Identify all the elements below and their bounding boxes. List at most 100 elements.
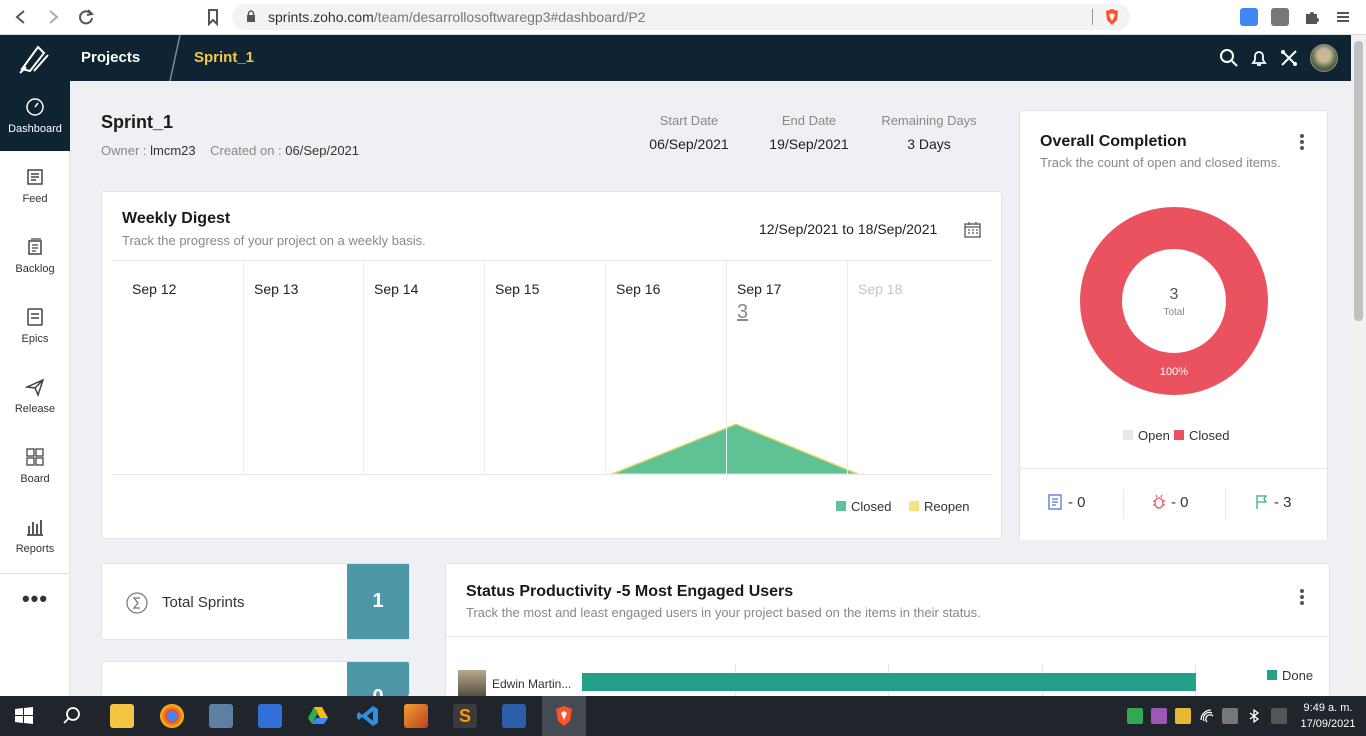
donut-total-value: 3 <box>1170 286 1179 303</box>
translate-extension-icon[interactable] <box>1240 8 1258 26</box>
sidebar-item-epics[interactable]: Epics <box>0 291 70 361</box>
week-range-to-word: to <box>842 221 854 237</box>
week-range-to: 18/Sep/2021 <box>857 221 938 237</box>
bug-count[interactable]: - 0 <box>1151 494 1189 511</box>
vscode-icon[interactable] <box>356 704 380 728</box>
dashboard-icon <box>26 98 44 116</box>
puzzle-extensions-icon[interactable] <box>1303 8 1321 26</box>
sidebar-more-button[interactable]: ••• <box>0 588 70 610</box>
user-avatar <box>458 670 486 696</box>
search-icon[interactable] <box>60 704 84 728</box>
sidebar-item-release[interactable]: Release <box>0 361 70 431</box>
url-domain: sprints.zoho.com <box>268 9 374 25</box>
brave-shield-icon[interactable] <box>1104 8 1120 26</box>
url-path: /team/desarrollosoftwaregp3#dashboard/P2 <box>373 9 646 25</box>
day-count-link[interactable]: 3 <box>737 301 748 324</box>
brave-browser-icon[interactable] <box>552 704 576 728</box>
sidebar-item-label: Release <box>14 403 56 415</box>
sprint-summary-card[interactable]: 0 <box>101 661 410 696</box>
total-sprints-card[interactable]: Total Sprints 1 <box>101 563 410 640</box>
powershell-icon[interactable] <box>502 704 526 728</box>
task-icon <box>1048 494 1062 510</box>
address-bar[interactable]: sprints.zoho.com/team/desarrollosoftware… <box>232 4 1130 30</box>
legend-open[interactable]: Open <box>1123 428 1170 443</box>
forward-icon[interactable] <box>42 6 64 28</box>
stat-divider <box>1225 489 1226 519</box>
sidebar-item-board[interactable]: Board <box>0 431 70 501</box>
legend-closed[interactable]: Closed <box>836 499 891 514</box>
calculator-icon[interactable] <box>209 704 233 728</box>
remaining-days-block: Remaining Days 3 Days <box>869 113 989 152</box>
legend-swatch-reopen <box>909 501 919 511</box>
bookmark-icon[interactable] <box>202 6 224 28</box>
extension-icon[interactable] <box>1271 8 1289 26</box>
calendar-icon[interactable] <box>964 221 981 238</box>
milestone-count[interactable]: - 3 <box>1254 494 1292 511</box>
notifications-tray-icon[interactable] <box>1271 708 1287 724</box>
sublime-text-icon[interactable]: S <box>453 704 477 728</box>
overall-completion-subtitle: Track the count of open and closed items… <box>1040 155 1281 170</box>
zoho-sprints-logo[interactable] <box>0 35 70 81</box>
search-icon[interactable] <box>1218 47 1240 69</box>
bluetooth-icon[interactable] <box>1246 708 1262 724</box>
tools-icon[interactable] <box>1278 47 1300 69</box>
owner-label: Owner : <box>101 143 147 158</box>
more-options-icon[interactable] <box>1299 589 1305 605</box>
legend-done[interactable]: Done <box>1267 668 1313 683</box>
donut-percent-label: 100% <box>1160 366 1188 378</box>
day-column: Sep 12 <box>112 261 244 474</box>
week-range: 12/Sep/2021 to 18/Sep/2021 <box>759 221 937 237</box>
day-label: Sep 18 <box>858 281 903 297</box>
projects-link[interactable]: Projects <box>81 49 140 66</box>
drive-tray-icon[interactable] <box>1127 708 1143 724</box>
overall-completion-card: Overall Completion Track the count of op… <box>1019 110 1328 540</box>
sidebar-item-dashboard[interactable]: Dashboard <box>0 81 70 151</box>
file-explorer-icon[interactable] <box>110 704 134 728</box>
weekly-digest-title: Weekly Digest <box>122 210 231 227</box>
sidebar-item-label: Reports <box>15 543 55 555</box>
sidebar-item-label: Feed <box>22 193 48 205</box>
browser-menu-icon[interactable] <box>1334 8 1352 26</box>
chrome-icon[interactable] <box>160 704 184 728</box>
sidebar-item-label: Dashboard <box>8 123 62 135</box>
notification-bell-icon[interactable] <box>1248 47 1270 69</box>
taskbar-clock[interactable]: 9:49 a. m. 17/09/2021 <box>1296 700 1360 732</box>
sidebar-item-reports[interactable]: Reports <box>0 501 70 571</box>
windows-start-icon[interactable] <box>12 704 36 728</box>
sprint-meta: Owner : lmcm23 Created on : 06/Sep/2021 <box>101 143 359 158</box>
current-sprint-label[interactable]: Sprint_1 <box>194 49 254 66</box>
day-label: Sep 13 <box>254 281 299 297</box>
app-icon[interactable] <box>404 704 428 728</box>
sidebar-item-backlog[interactable]: Backlog <box>0 221 70 291</box>
wifi-icon[interactable] <box>1199 708 1215 724</box>
windows-taskbar: S 9:49 a. m. 17/09/2021 <box>0 696 1366 736</box>
legend-reopen[interactable]: Reopen <box>909 499 970 514</box>
more-options-icon[interactable] <box>1299 134 1305 150</box>
done-bar[interactable] <box>582 673 1196 691</box>
weekly-digest-chart: Sep 12 Sep 13 Sep 14 Sep 15 Sep 16 Sep 1… <box>112 260 992 475</box>
browser-toolbar: sprints.zoho.com/team/desarrollosoftware… <box>0 0 1366 35</box>
epics-icon <box>27 308 43 326</box>
created-label: Created on : <box>210 143 282 158</box>
google-drive-icon[interactable] <box>306 704 330 728</box>
sigma-icon <box>126 592 148 614</box>
user-avatar[interactable] <box>1310 44 1338 72</box>
task-count[interactable]: - 0 <box>1048 494 1086 511</box>
day-label: Sep 12 <box>132 281 177 297</box>
end-date-label: End Date <box>781 113 837 128</box>
sprint-title: Sprint_1 <box>101 112 174 132</box>
scrollbar-thumb[interactable] <box>1354 41 1363 321</box>
reload-icon[interactable] <box>75 6 97 28</box>
legend-closed[interactable]: Closed <box>1174 428 1229 443</box>
sidebar-item-feed[interactable]: Feed <box>0 151 70 221</box>
lock-icon <box>247 10 255 22</box>
flag-icon <box>1256 495 1268 509</box>
app-icon[interactable] <box>258 704 282 728</box>
day-label: Sep 14 <box>374 281 419 297</box>
day-column: Sep 15 <box>485 261 606 474</box>
tray-icon[interactable] <box>1151 708 1167 724</box>
tray-icon[interactable] <box>1175 708 1191 724</box>
back-icon[interactable] <box>10 6 32 28</box>
battery-icon[interactable] <box>1222 708 1238 724</box>
page-scrollbar[interactable] <box>1351 35 1366 696</box>
